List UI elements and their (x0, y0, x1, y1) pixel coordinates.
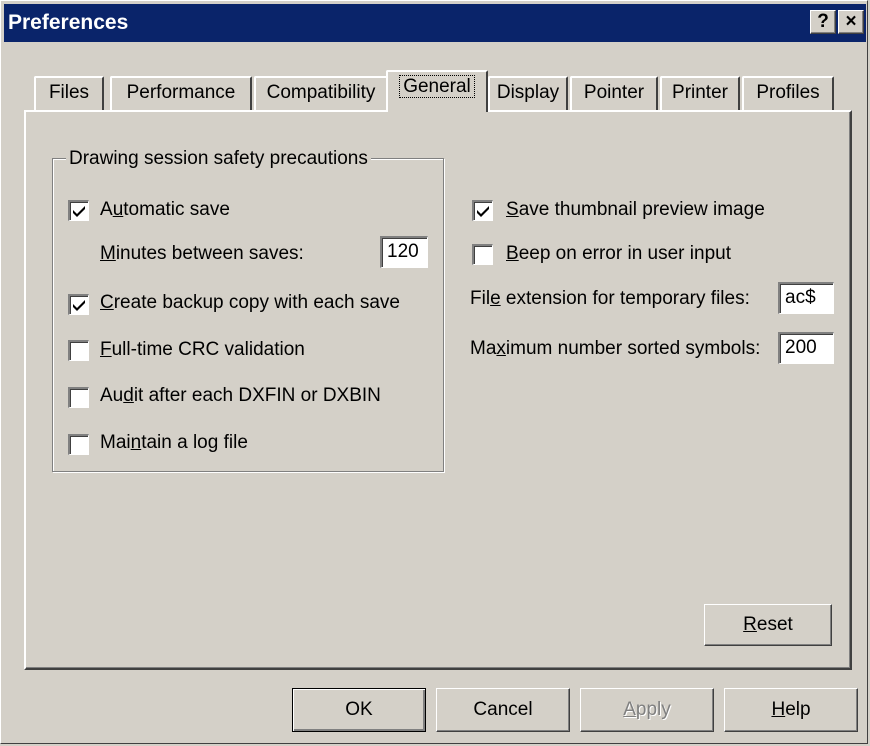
ok-button[interactable]: OK (292, 688, 426, 732)
audit-checkbox[interactable] (68, 387, 89, 408)
max-symbols-label: Maximum number sorted symbols: (470, 338, 761, 359)
checkmark-icon (73, 206, 85, 217)
beep-on-error-label[interactable]: Beep on error in user input (506, 243, 731, 265)
cancel-label: Cancel (473, 699, 533, 720)
ok-label: OK (345, 699, 373, 720)
apply-button[interactable]: Apply (580, 688, 714, 732)
checkmark-icon (477, 206, 489, 217)
help-button[interactable]: Help (724, 688, 858, 732)
backup-copy-label[interactable]: Create backup copy with each save (100, 292, 400, 314)
automatic-save-label[interactable]: Automatic save (100, 199, 230, 221)
crc-validation-label[interactable]: Full-time CRC validation (100, 339, 305, 361)
temp-file-extension-label: File extension for temporary files: (470, 288, 750, 309)
log-file-label[interactable]: Maintain a log file (100, 432, 248, 454)
crc-validation-checkbox[interactable] (68, 340, 89, 361)
checkmark-icon (73, 300, 85, 311)
audit-label[interactable]: Audit after each DXFIN or DXBIN (100, 385, 381, 407)
minutes-between-saves-label: Minutes between saves: (100, 243, 304, 264)
automatic-save-checkbox[interactable] (68, 200, 89, 221)
thumbnail-preview-checkbox[interactable] (472, 200, 493, 221)
beep-on-error-checkbox[interactable] (472, 244, 493, 265)
thumbnail-preview-label[interactable]: Save thumbnail preview image (506, 199, 765, 221)
minutes-between-saves-input[interactable]: 120 (380, 236, 428, 268)
cancel-button[interactable]: Cancel (436, 688, 570, 732)
log-file-checkbox[interactable] (68, 434, 89, 455)
backup-copy-checkbox[interactable] (68, 294, 89, 315)
temp-file-extension-input[interactable]: ac$ (778, 282, 834, 314)
reset-button[interactable]: Reset (704, 604, 832, 646)
max-symbols-input[interactable]: 200 (778, 332, 834, 364)
